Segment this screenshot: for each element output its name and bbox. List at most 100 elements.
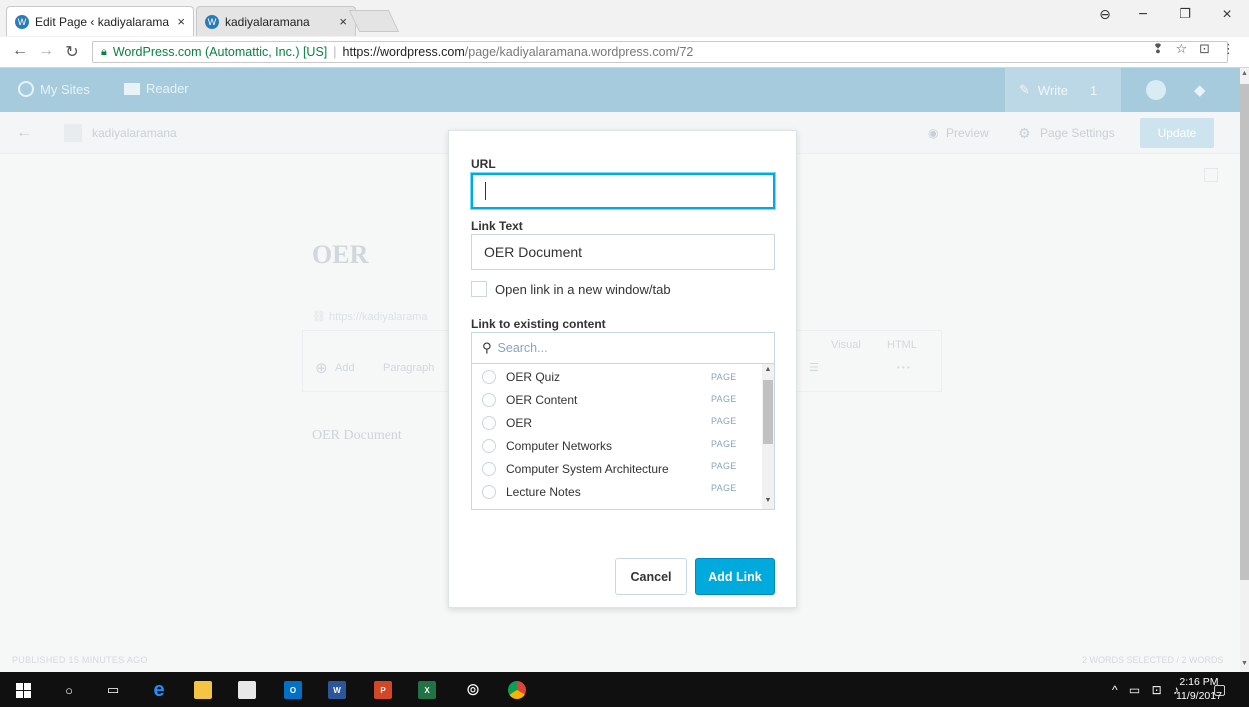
radio-button[interactable] (482, 485, 496, 499)
word-icon[interactable]: W (326, 679, 348, 701)
tab-html[interactable]: HTML (887, 339, 917, 351)
reader-link[interactable]: Reader (124, 81, 189, 96)
url-input[interactable] (471, 173, 775, 209)
powerpoint-icon[interactable]: P (372, 679, 394, 701)
reload-icon[interactable]: ↻ (62, 42, 82, 62)
page-title[interactable]: OER (312, 240, 368, 270)
write-button[interactable]: ✎ Write 1 (1005, 68, 1121, 112)
add-icon[interactable]: ⊕ (315, 359, 328, 377)
address-bar[interactable]: 🔒︎ WordPress.com (Automattic, Inc.) [US]… (92, 41, 1228, 63)
content-search-input[interactable]: ⚲ Search... (471, 332, 775, 364)
store-icon[interactable] (236, 679, 258, 701)
scroll-down-arrow-icon[interactable]: ▼ (762, 497, 774, 504)
my-sites-label: My Sites (40, 81, 90, 97)
list-item[interactable]: OER Content (482, 389, 577, 411)
result-title: OER Content (506, 393, 578, 407)
results-scrollbar-thumb[interactable] (763, 380, 773, 444)
minimize-button[interactable]: − (1128, 6, 1158, 24)
preview-button[interactable]: Preview (946, 126, 989, 140)
existing-content-list: OER Quiz PAGE OER Content PAGE OER PAGE … (471, 364, 775, 510)
result-type: PAGE (711, 461, 737, 471)
action-center-icon[interactable]: ▢ (1213, 681, 1226, 698)
maximize-button[interactable]: ❐ (1170, 6, 1200, 22)
profile-icon[interactable]: ⊖ (1090, 6, 1120, 23)
avatar[interactable] (1146, 80, 1166, 100)
more-options-button[interactable]: • • • (897, 363, 910, 372)
result-type: PAGE (711, 439, 737, 449)
radio-button[interactable] (482, 462, 496, 476)
list-item[interactable]: Lecture Notes (482, 481, 581, 503)
back-arrow-icon[interactable]: ← (10, 42, 30, 60)
menu-icon[interactable]: ⋮ (1222, 41, 1235, 57)
radio-button[interactable] (482, 416, 496, 430)
paragraph-select[interactable]: Paragraph (383, 362, 434, 374)
tab-kadiyalaramana[interactable]: W kadiyalaramana × (196, 6, 356, 36)
reader-label: Reader (146, 81, 189, 96)
radio-button[interactable] (482, 370, 496, 384)
tab-close-icon[interactable]: × (177, 14, 185, 29)
radio-button[interactable] (482, 393, 496, 407)
tab-visual[interactable]: Visual (831, 339, 861, 351)
back-arrow-icon[interactable]: ← (16, 124, 32, 142)
new-window-option[interactable]: Open link in a new window/tab (471, 281, 671, 297)
search-icon[interactable]: ○ (58, 679, 80, 701)
close-window-button[interactable]: × (1212, 6, 1242, 24)
permalink[interactable]: ⛓ https://kadiyalarama (312, 310, 427, 323)
new-tab-button[interactable] (348, 10, 400, 32)
wordpress-favicon-icon: W (205, 14, 219, 29)
list-item[interactable]: Computer Networks (482, 435, 612, 457)
list-item[interactable]: OER Quiz (482, 366, 560, 388)
bookmark-star-icon[interactable]: ☆ (1175, 41, 1187, 57)
scroll-up-arrow-icon[interactable]: ▲ (1240, 70, 1249, 77)
existing-content-label: Link to existing content (471, 317, 606, 331)
chrome-icon[interactable] (506, 679, 528, 701)
notifications-icon[interactable]: ◆ (1194, 81, 1206, 99)
site-icon (64, 124, 82, 142)
list-item[interactable]: OER (482, 412, 532, 434)
radio-button[interactable] (482, 439, 496, 453)
forward-arrow-icon[interactable]: → (36, 42, 56, 60)
excel-icon[interactable]: X (416, 679, 438, 701)
lock-icon: 🔒︎ (101, 45, 107, 58)
tab-close-icon[interactable]: × (339, 14, 347, 29)
new-window-checkbox[interactable] (471, 281, 487, 297)
link-icon: ⛓ (312, 311, 330, 323)
page-scrollbar-thumb[interactable] (1240, 84, 1249, 580)
system-tray-icons[interactable]: ^ ▭ ⊡ ♪ (1112, 683, 1183, 697)
cast-icon[interactable]: ⊡ (1199, 41, 1210, 57)
new-window-label: Open link in a new window/tab (495, 281, 671, 297)
search-placeholder: Search... (497, 341, 548, 355)
page-settings-button[interactable]: Page Settings (1040, 126, 1115, 140)
scroll-up-arrow-icon[interactable]: ▲ (762, 366, 774, 373)
browser-tab-strip: W Edit Page ‹ kadiyalaraman × W kadiyala… (0, 0, 1249, 37)
align-icon[interactable]: ☰ (809, 361, 819, 374)
write-pencil-icon: ✎ (1019, 82, 1030, 97)
app-icon[interactable]: ⊚ (462, 679, 484, 701)
update-button[interactable]: Update (1140, 118, 1214, 148)
my-sites-link[interactable]: My Sites (18, 81, 90, 97)
add-button[interactable]: Add (335, 362, 355, 374)
selected-content-text[interactable]: OER Document (312, 428, 402, 444)
site-name[interactable]: kadiyalaramana (92, 126, 177, 140)
search-icon: ⚲ (482, 340, 492, 355)
link-text-input[interactable]: OER Document (471, 234, 775, 270)
add-link-button[interactable]: Add Link (695, 558, 775, 595)
result-type: PAGE (711, 372, 737, 382)
cancel-button[interactable]: Cancel (615, 558, 687, 595)
extension-icon[interactable]: ❢ (1153, 41, 1164, 57)
write-count: 1 (1090, 82, 1098, 98)
edge-browser-icon[interactable]: e (148, 679, 170, 701)
scroll-down-arrow-icon[interactable]: ▼ (1240, 660, 1249, 667)
tab-edit-page[interactable]: W Edit Page ‹ kadiyalaraman × (6, 6, 194, 36)
gear-icon: ⚙ (1018, 125, 1031, 141)
permalink-text: https://kadiyalarama (329, 311, 428, 323)
windows-taskbar: ○ ▭ e O W P X ⊚ ^ ▭ ⊡ ♪ 2:16 PM 11/9/201… (0, 672, 1249, 707)
file-explorer-icon[interactable] (192, 679, 214, 701)
task-view-icon[interactable]: ▭ (102, 679, 124, 701)
list-item[interactable]: Computer System Architecture (482, 458, 669, 480)
outlook-icon[interactable]: O (282, 679, 304, 701)
link-text-value: OER Document (484, 244, 583, 260)
fullscreen-icon[interactable] (1204, 168, 1218, 182)
url-label: URL (471, 157, 496, 171)
windows-start-icon[interactable] (12, 679, 34, 701)
